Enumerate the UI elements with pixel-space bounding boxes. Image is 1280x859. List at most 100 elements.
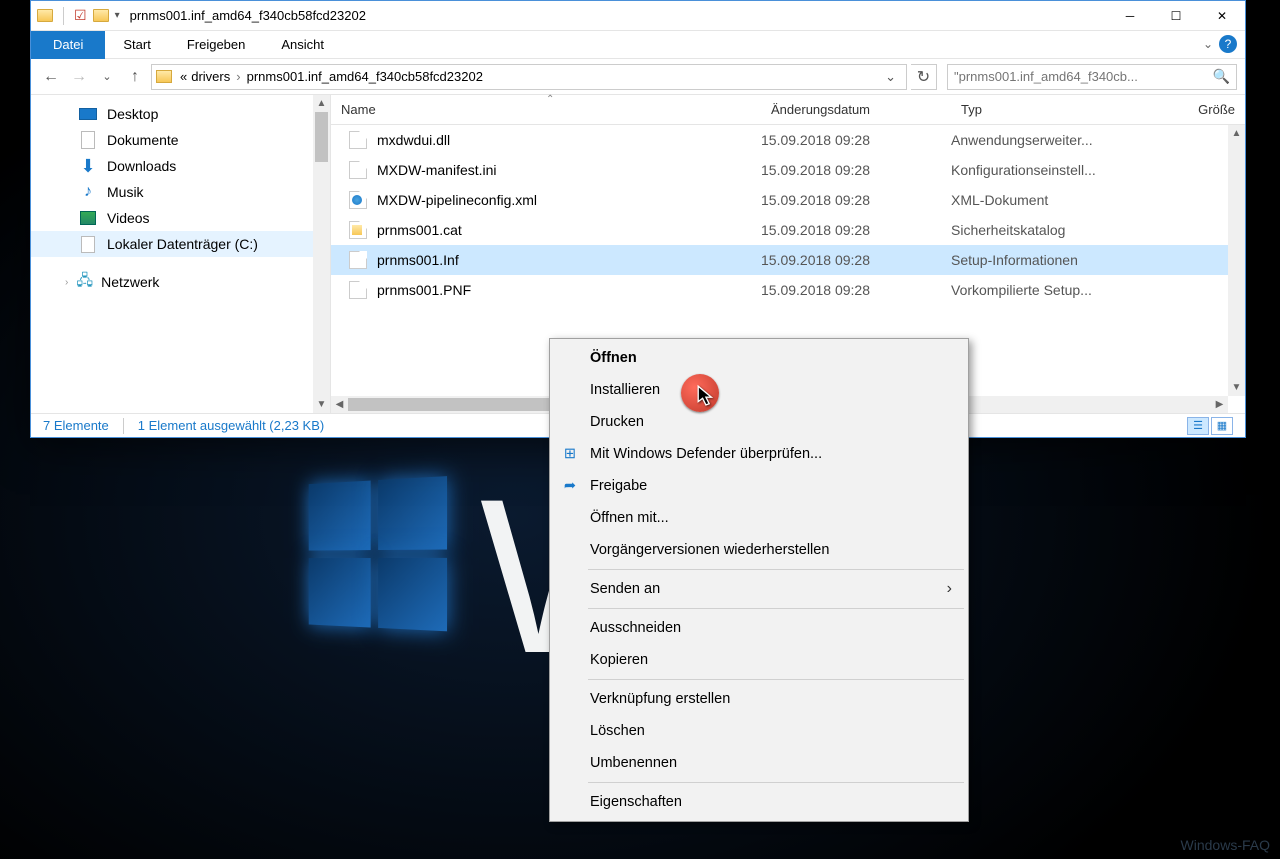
disk-icon xyxy=(81,236,95,253)
scroll-down-icon[interactable]: ▼ xyxy=(1228,379,1245,396)
ctx-rename[interactable]: Umbenennen xyxy=(552,747,966,779)
scroll-right-icon[interactable]: ▶ xyxy=(1211,399,1228,410)
qat-dropdown-icon[interactable]: ▾ xyxy=(115,10,120,21)
file-icon xyxy=(349,221,367,239)
file-row[interactable]: prnms001.PNF15.09.2018 09:28Vorkompilier… xyxy=(331,275,1245,305)
col-size[interactable]: Größe xyxy=(1151,95,1245,124)
ctx-defender[interactable]: ⊞Mit Windows Defender überprüfen... xyxy=(552,438,966,470)
view-thumbnails-button[interactable]: ▦ xyxy=(1211,417,1233,435)
file-icon xyxy=(349,161,367,179)
view-details-button[interactable]: ☰ xyxy=(1187,417,1209,435)
ctx-open[interactable]: Öffnen xyxy=(552,342,966,374)
nav-scrollbar[interactable]: ▲ ▼ xyxy=(313,95,330,413)
nav-pane: Desktop Dokumente ⬇Downloads ♪Musik Vide… xyxy=(31,95,331,413)
ctx-restore[interactable]: Vorgängerversionen wiederherstellen xyxy=(552,534,966,566)
windows-logo xyxy=(309,475,460,644)
nav-netzwerk[interactable]: ›🖧Netzwerk xyxy=(31,269,330,295)
chevron-right-icon: › xyxy=(65,277,68,288)
folder-icon xyxy=(37,9,53,22)
file-type: Setup-Informationen xyxy=(951,252,1151,268)
scroll-thumb[interactable] xyxy=(315,112,328,162)
qat-newfolder-icon[interactable] xyxy=(93,9,109,22)
file-name: MXDW-pipelineconfig.xml xyxy=(377,192,537,208)
scroll-up-icon[interactable]: ▲ xyxy=(1228,125,1245,142)
cursor-icon xyxy=(696,384,722,410)
nav-desktop[interactable]: Desktop xyxy=(31,101,330,127)
nav-label: Netzwerk xyxy=(101,274,159,290)
file-icon xyxy=(349,281,367,299)
video-icon xyxy=(80,211,96,225)
file-row[interactable]: MXDW-manifest.ini15.09.2018 09:28Konfigu… xyxy=(331,155,1245,185)
chevron-right-icon[interactable]: › xyxy=(232,69,244,84)
tab-ansicht[interactable]: Ansicht xyxy=(263,31,342,59)
file-row[interactable]: prnms001.cat15.09.2018 09:28Sicherheitsk… xyxy=(331,215,1245,245)
maximize-button[interactable]: ☐ xyxy=(1153,1,1199,31)
nav-label: Dokumente xyxy=(107,132,179,148)
chevron-down-icon[interactable]: ⌄ xyxy=(879,69,902,85)
breadcrumb-prefix[interactable]: « xyxy=(178,69,189,84)
breadcrumb[interactable]: « drivers › prnms001.inf_amd64_f340cb58f… xyxy=(151,64,907,90)
ribbon-expand-icon[interactable]: ⌄ xyxy=(1203,37,1213,51)
breadcrumb-current[interactable]: prnms001.inf_amd64_f340cb58fcd23202 xyxy=(245,69,485,84)
desktop-icon xyxy=(79,108,97,120)
qat-properties-icon[interactable]: ☑ xyxy=(74,7,87,24)
help-icon[interactable]: ? xyxy=(1219,35,1237,53)
watermark: Windows-FAQ xyxy=(1181,837,1270,853)
file-date: 15.09.2018 09:28 xyxy=(761,252,951,268)
window-title: prnms001.inf_amd64_f340cb58fcd23202 xyxy=(130,8,366,23)
file-row[interactable]: MXDW-pipelineconfig.xml15.09.2018 09:28X… xyxy=(331,185,1245,215)
nav-label: Lokaler Datenträger (C:) xyxy=(107,236,258,252)
minimize-button[interactable]: ─ xyxy=(1107,1,1153,31)
ctx-sendto[interactable]: Senden an› xyxy=(552,573,966,605)
file-row[interactable]: prnms001.Inf 15.09.2018 09:28Setup-Inform… xyxy=(331,245,1245,275)
ctx-share[interactable]: ➦Freigabe xyxy=(552,470,966,502)
ctx-openwith[interactable]: Öffnen mit... xyxy=(552,502,966,534)
scroll-left-icon[interactable]: ◀ xyxy=(331,399,348,410)
search-box[interactable]: 🔍 xyxy=(947,64,1237,90)
chevron-right-icon: › xyxy=(947,580,952,598)
file-name: prnms001.Inf xyxy=(377,252,459,268)
ctx-shortcut[interactable]: Verknüpfung erstellen xyxy=(552,683,966,715)
tab-freigeben[interactable]: Freigeben xyxy=(169,31,264,59)
titlebar[interactable]: ☑ ▾ prnms001.inf_amd64_f340cb58fcd23202 … xyxy=(31,1,1245,31)
nav-back-button[interactable]: ← xyxy=(39,65,63,89)
search-input[interactable] xyxy=(954,69,1213,84)
breadcrumb-drivers[interactable]: drivers xyxy=(189,69,232,84)
nav-recent-dropdown[interactable]: ⌄ xyxy=(95,65,119,89)
col-date[interactable]: Änderungsdatum xyxy=(761,95,951,124)
file-date: 15.09.2018 09:28 xyxy=(761,192,951,208)
ctx-copy[interactable]: Kopieren xyxy=(552,644,966,676)
file-scrollbar-v[interactable]: ▲ ▼ xyxy=(1228,125,1245,396)
scroll-down-icon[interactable]: ▼ xyxy=(313,396,330,413)
tab-datei[interactable]: Datei xyxy=(31,31,105,59)
file-icon xyxy=(349,251,367,269)
file-date: 15.09.2018 09:28 xyxy=(761,162,951,178)
nav-local-disk[interactable]: Lokaler Datenträger (C:) xyxy=(31,231,330,257)
refresh-button[interactable]: ↻ xyxy=(911,64,937,90)
file-date: 15.09.2018 09:28 xyxy=(761,132,951,148)
nav-downloads[interactable]: ⬇Downloads xyxy=(31,153,330,179)
nav-musik[interactable]: ♪Musik xyxy=(31,179,330,205)
ribbon-tabs: Datei Start Freigeben Ansicht ⌄ ? xyxy=(31,31,1245,59)
nav-up-button[interactable]: ↑ xyxy=(123,65,147,89)
nav-videos[interactable]: Videos xyxy=(31,205,330,231)
close-button[interactable]: ✕ xyxy=(1199,1,1245,31)
file-type: Anwendungserweiter... xyxy=(951,132,1151,148)
share-icon: ➦ xyxy=(560,478,580,494)
document-icon xyxy=(81,131,95,149)
scroll-up-icon[interactable]: ▲ xyxy=(313,95,330,112)
ctx-cut[interactable]: Ausschneiden xyxy=(552,612,966,644)
nav-forward-button[interactable]: → xyxy=(67,65,91,89)
search-icon[interactable]: 🔍 xyxy=(1213,68,1230,85)
ctx-install[interactable]: Installieren xyxy=(552,374,966,406)
ctx-delete[interactable]: Löschen xyxy=(552,715,966,747)
file-row[interactable]: mxdwdui.dll15.09.2018 09:28Anwendungserw… xyxy=(331,125,1245,155)
ctx-properties[interactable]: Eigenschaften xyxy=(552,786,966,818)
file-type: Vorkompilierte Setup... xyxy=(951,282,1151,298)
file-icon xyxy=(349,191,367,209)
col-type[interactable]: Typ xyxy=(951,95,1151,124)
ctx-print[interactable]: Drucken xyxy=(552,406,966,438)
nav-label: Musik xyxy=(107,184,144,200)
tab-start[interactable]: Start xyxy=(105,31,168,59)
nav-dokumente[interactable]: Dokumente xyxy=(31,127,330,153)
